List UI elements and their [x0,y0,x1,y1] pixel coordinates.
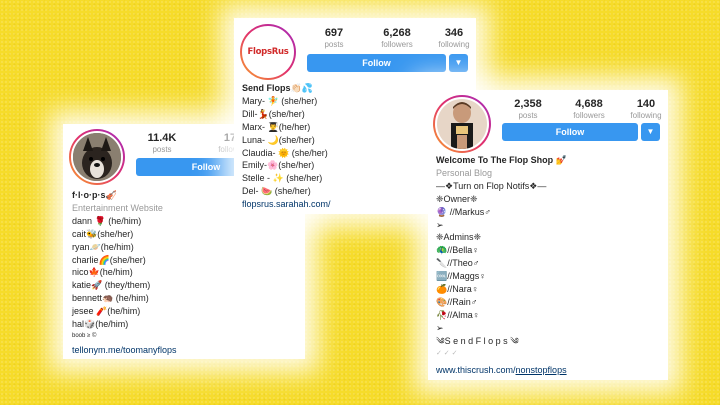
profile-bio: f·l·o·p·s🎻 Entertainment Website dann 🌹 … [72,189,297,357]
person-photo-icon [437,99,487,149]
followers-count: 6,268 [383,27,411,39]
posts-label: posts [518,111,538,120]
posts-count: 2,358 [514,98,542,110]
bio-line: jesee 🧨(he/him) [72,306,141,317]
profile-link[interactable]: tellonym.me/toomanyflops [72,344,297,357]
profile-avatar[interactable] [433,95,491,153]
bio-line: 🎨//Rain♂ [436,296,478,307]
bio-line: 🍊//Nara♀ [436,284,479,295]
bio-line: katie🚀 (they/them) [72,280,151,291]
followers-stat[interactable]: 4,688 followers [564,98,614,120]
bio-line: 🦚//Bella♀ [436,245,479,256]
bio-line: ༄S e n d F l o p s ༄ [436,335,519,346]
posts-count: 11.4K [147,132,177,144]
bio-line: bennett🦔 (he/him) [72,293,149,304]
bio-line: —❖Turn on Flop Notifs❖— [436,180,547,191]
bio-line: ➢ [436,219,444,230]
posts-count: 697 [324,27,344,39]
bio-tiny-line: boob ≥ © [72,332,97,339]
bio-line: 🥀//Alma♀ [436,309,480,320]
flopsrus-logo: FlopsRus [247,47,289,57]
bio-line: 🔮 //Markus♂ [436,206,491,217]
bio-line: ryan🪐(he/him) [72,241,134,252]
following-label: following [438,40,470,49]
bio-line: dann 🌹 (he/him) [72,215,142,226]
posts-label: posts [324,40,344,49]
profile-stats: 697 posts 6,268 followers 346 following [314,27,474,49]
dog-photo-icon [73,133,121,181]
followers-stat[interactable]: 6,268 followers [372,27,422,49]
posts-stat[interactable]: 2,358 posts [508,98,548,120]
following-label: following [630,111,662,120]
bio-line: ❈Admins❈ [436,232,482,243]
followers-label: followers [381,40,413,49]
following-count: 140 [636,98,656,110]
posts-label: posts [152,145,172,154]
profile-avatar[interactable]: FlopsRus [240,24,296,80]
bio-line: 🆒//Maggs♀ [436,271,486,282]
follow-button[interactable]: Follow [502,123,638,141]
bio-line: charlie🌈(she/her) [72,254,146,265]
profile-avatar[interactable] [69,129,125,185]
following-stat[interactable]: 140 following [626,98,666,120]
profile-card-nonstopflops: 2,358 posts 4,688 followers 140 followin… [428,90,668,380]
profile-bio: Welcome To The Flop Shop 💅 Personal Blog… [436,154,664,376]
chevron-down-icon[interactable]: ▼ [641,123,660,141]
bio-line: ❈Owner❈ [436,193,478,204]
link-prefix: www.thiscrush.com/ [436,364,516,375]
following-count: 346 [444,27,464,39]
followers-label: followers [573,111,605,120]
profile-link[interactable]: www.thiscrush.com/nonstopflops [436,364,664,377]
bio-line: ➢ [436,322,444,333]
bio-line: cait🐝(she/her) [72,228,134,239]
profile-name: Welcome To The Flop Shop 💅 [436,155,567,165]
followers-count: 4,688 [575,98,603,110]
link-handle: nonstopflops [515,364,567,375]
profile-stats: 2,358 posts 4,688 followers 140 followin… [508,98,666,120]
following-stat[interactable]: 346 following [434,27,474,49]
profile-category: Personal Blog [436,167,493,178]
follow-button[interactable]: Follow [307,54,446,72]
bio-line: ✓ ✓ ✓ [436,349,458,357]
chevron-down-icon[interactable]: ▼ [449,54,468,72]
posts-stat[interactable]: 11.4K posts [145,132,179,154]
bio-line: hal🎲(he/him) [72,319,129,330]
bio-line: nico🍁(he/him) [72,267,133,278]
posts-stat[interactable]: 697 posts [314,27,354,49]
bio-line: 🔪//Theo♂ [436,258,480,269]
